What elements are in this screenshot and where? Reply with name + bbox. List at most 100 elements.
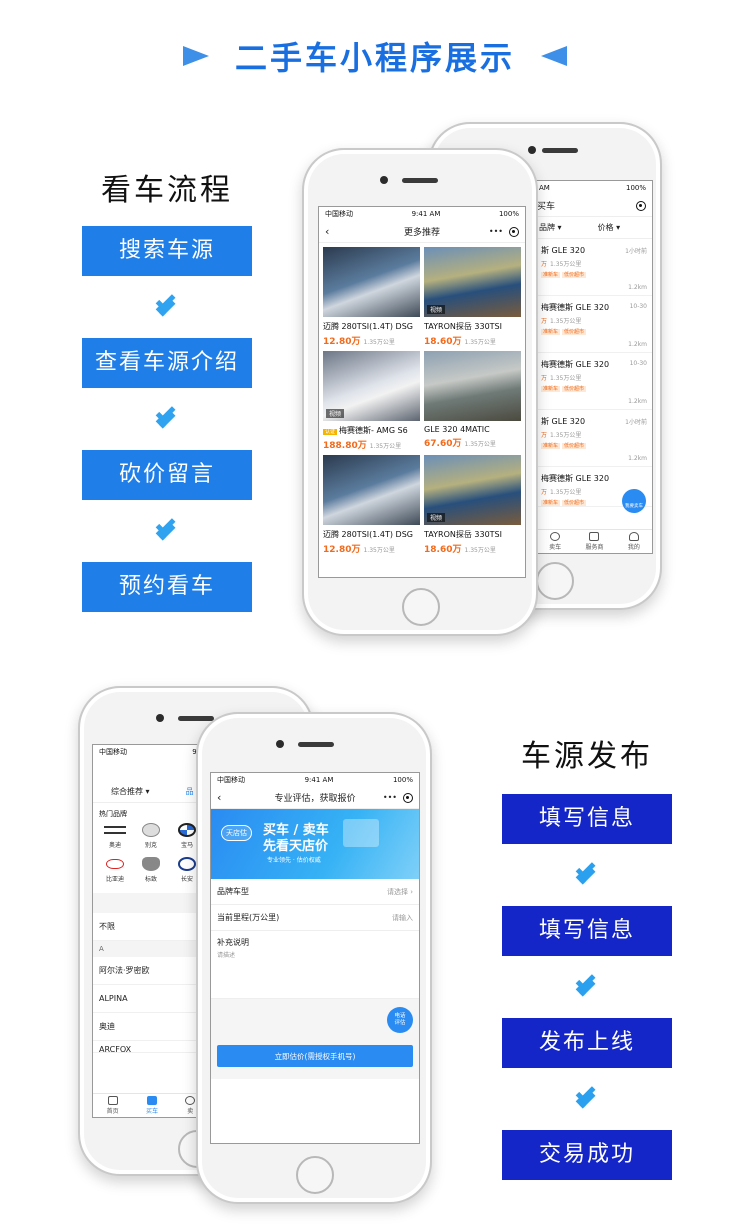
filter-sort[interactable]: 综合推荐 ▾ (111, 786, 150, 797)
flow-step: 填写信息 (502, 906, 672, 956)
tab-me[interactable]: 我的 (628, 532, 640, 551)
camera-icon (528, 146, 536, 154)
speaker-icon (298, 742, 334, 747)
user-icon (628, 532, 639, 541)
badge: 准新车 (541, 386, 561, 392)
flow-step: 砍价留言 (82, 450, 252, 500)
capsule-menu[interactable]: ••• (383, 792, 413, 803)
audi-logo-icon (104, 826, 126, 834)
status-battery: 100% (498, 210, 519, 218)
page-title-text: 二手车小程序展示 (234, 39, 515, 77)
buy-list: 斯 GLE 320 1小时前 万 1.35万公里 准新车 低价超市 1.2km 梅赛… (537, 239, 652, 507)
status-carrier: 中国移动 (99, 748, 127, 756)
status-time: 9:41 AM (304, 776, 334, 784)
home-icon (107, 1096, 118, 1105)
brand-row[interactable]: 奥迪 (93, 1013, 209, 1041)
status-battery: 100% (392, 776, 413, 784)
brand-byd[interactable]: 比亚迪 (97, 857, 133, 883)
back-icon[interactable]: ‹ (325, 225, 329, 238)
mileage-field[interactable]: 当前里程(万公里) 请输入 (211, 905, 419, 931)
close-capsule-icon[interactable] (509, 226, 519, 237)
close-capsule-icon[interactable] (636, 200, 646, 211)
tab-sell[interactable]: 卖车 (549, 532, 561, 551)
brand-logo: 天店估 (221, 825, 252, 841)
notes-field[interactable]: 补充说明 请描述 (211, 931, 419, 999)
badge: 准新车 (541, 500, 561, 506)
brand-row[interactable]: 不限 (93, 913, 209, 941)
flow-step: 查看车源介绍 (82, 338, 252, 388)
car-photo (323, 455, 420, 525)
sell-car-fab[interactable]: 我要卖车 (622, 489, 646, 513)
recommend-screen: 中国移动 9:41 AM 100% ‹ 更多推荐 ••• 迈腾 280TSI(1… (318, 206, 526, 578)
tab-home[interactable]: 首页 (107, 1096, 119, 1115)
brand-buick[interactable]: 别克 (133, 823, 169, 849)
byd-logo-icon (106, 859, 124, 869)
tab-bar: 首页 买车 卖 (93, 1093, 209, 1117)
brand-peugeot[interactable]: 标致 (133, 857, 169, 883)
submit-valuation-button[interactable]: 立即估价(需授权手机号) (217, 1045, 413, 1067)
phone-valuation-button[interactable]: 电话评估 (387, 1007, 413, 1033)
status-bar: 中国移动 9:41 AM 100% (211, 773, 419, 787)
chevron-down-icon (82, 388, 252, 450)
badge: 低价超市 (562, 386, 587, 392)
status-battery: 100% (625, 184, 646, 192)
car-grid: 迈腾 280TSI(1.4T) DSG 12.80万 1.35万公里 视频 TAY… (319, 243, 525, 559)
status-bar: 9:41 AM 100% (537, 181, 652, 195)
more-icon[interactable]: ••• (489, 227, 503, 236)
brand-row[interactable]: ALPINA (93, 985, 209, 1013)
speaker-icon (402, 178, 438, 183)
viewing-flow-heading: 看车流程 (101, 173, 233, 208)
tab-bar: 卖车 服务商 我的 (537, 529, 652, 553)
brand-row[interactable]: 阿尔法·罗密欧 (93, 957, 209, 985)
brand-grid: 奥迪 别克 宝马 比亚迪 标致 长安 (93, 823, 209, 883)
chevron-right-icon: › (410, 887, 413, 896)
brand-row[interactable]: ARCFOX (93, 1041, 209, 1053)
buick-logo-icon (142, 823, 160, 837)
valuation-navbar: ‹ 专业评估，获取报价 ••• (211, 787, 419, 809)
status-bar: 中国移动 9:41 AM 100% (319, 207, 525, 221)
chevron-down-icon (502, 956, 672, 1018)
list-item[interactable]: 梅赛德斯 GLE 320 10-30 万 1.35万公里 准新车 低价超市 1.2k… (537, 296, 652, 353)
speaker-icon (542, 148, 578, 153)
car-card[interactable]: 视频 TAYRON探岳 330TSI 18.60万 1.35万公里 (424, 247, 521, 351)
home-button (536, 562, 574, 600)
home-button (402, 588, 440, 626)
capsule-menu[interactable] (636, 200, 646, 211)
car-card[interactable]: GLE 320 4MATIC 67.60万 1.35万公里 (424, 351, 521, 455)
capsule-menu[interactable]: ••• (489, 226, 519, 237)
car-card[interactable]: 视频 认证 梅赛德斯- AMG S6 188.80万 1.35万公里 (323, 351, 420, 455)
filter-brand[interactable]: 品 (186, 786, 194, 797)
flow-step: 发布上线 (502, 1018, 672, 1068)
page-title: 二手车小程序展示 (0, 36, 750, 77)
list-item[interactable]: 斯 GLE 320 1小时前 万 1.35万公里 准新车 低价超市 1.2km (537, 239, 652, 296)
badge: 准新车 (541, 329, 561, 335)
flow-step: 交易成功 (502, 1130, 672, 1180)
list-item[interactable]: 梅赛德斯 GLE 320 10-30 万 1.35万公里 准新车 低价超市 1.2k… (537, 353, 652, 410)
close-capsule-icon[interactable] (403, 792, 413, 803)
list-item[interactable]: 斯 GLE 320 1小时前 万 1.35万公里 准新车 低价超市 1.2km (537, 410, 652, 467)
recommend-navbar: ‹ 更多推荐 ••• (319, 221, 525, 243)
tab-sell[interactable]: 卖 (185, 1096, 196, 1115)
buy-filter-bar: 品牌 ▾ 价格 ▾ (537, 217, 652, 239)
badge: 低价超市 (562, 500, 587, 506)
car-card[interactable]: 视频 TAYRON探岳 330TSI 18.60万 1.35万公里 (424, 455, 521, 559)
more-icon[interactable]: ••• (383, 793, 397, 802)
badge: 低价超市 (562, 272, 587, 278)
back-icon[interactable]: ‹ (217, 791, 221, 804)
camera-icon (380, 176, 388, 184)
filter-brand[interactable]: 品牌 ▾ (539, 222, 562, 233)
tab-buy[interactable]: 买车 (146, 1096, 158, 1115)
brand-audi[interactable]: 奥迪 (97, 823, 133, 849)
brands-screen: 中国移动 9:41 AM 买 综合推荐 ▾ 品 热门品牌 奥迪 别克 宝马 比亚… (92, 744, 210, 1118)
filter-price[interactable]: 价格 ▾ (598, 222, 621, 233)
tab-services[interactable]: 服务商 (585, 532, 604, 551)
camera-icon (156, 714, 164, 722)
car-card[interactable]: 迈腾 280TSI(1.4T) DSG 12.80万 1.35万公里 (323, 247, 420, 351)
car-photo (323, 247, 420, 317)
car-card[interactable]: 迈腾 280TSI(1.4T) DSG 12.80万 1.35万公里 (323, 455, 420, 559)
changan-logo-icon (178, 857, 196, 871)
buy-navbar: 买车 (537, 195, 652, 217)
car-photo: 视频 (424, 247, 521, 317)
certified-badge: 认证 (323, 429, 338, 435)
brand-model-field[interactable]: 品牌车型 请选择 › (211, 879, 419, 905)
